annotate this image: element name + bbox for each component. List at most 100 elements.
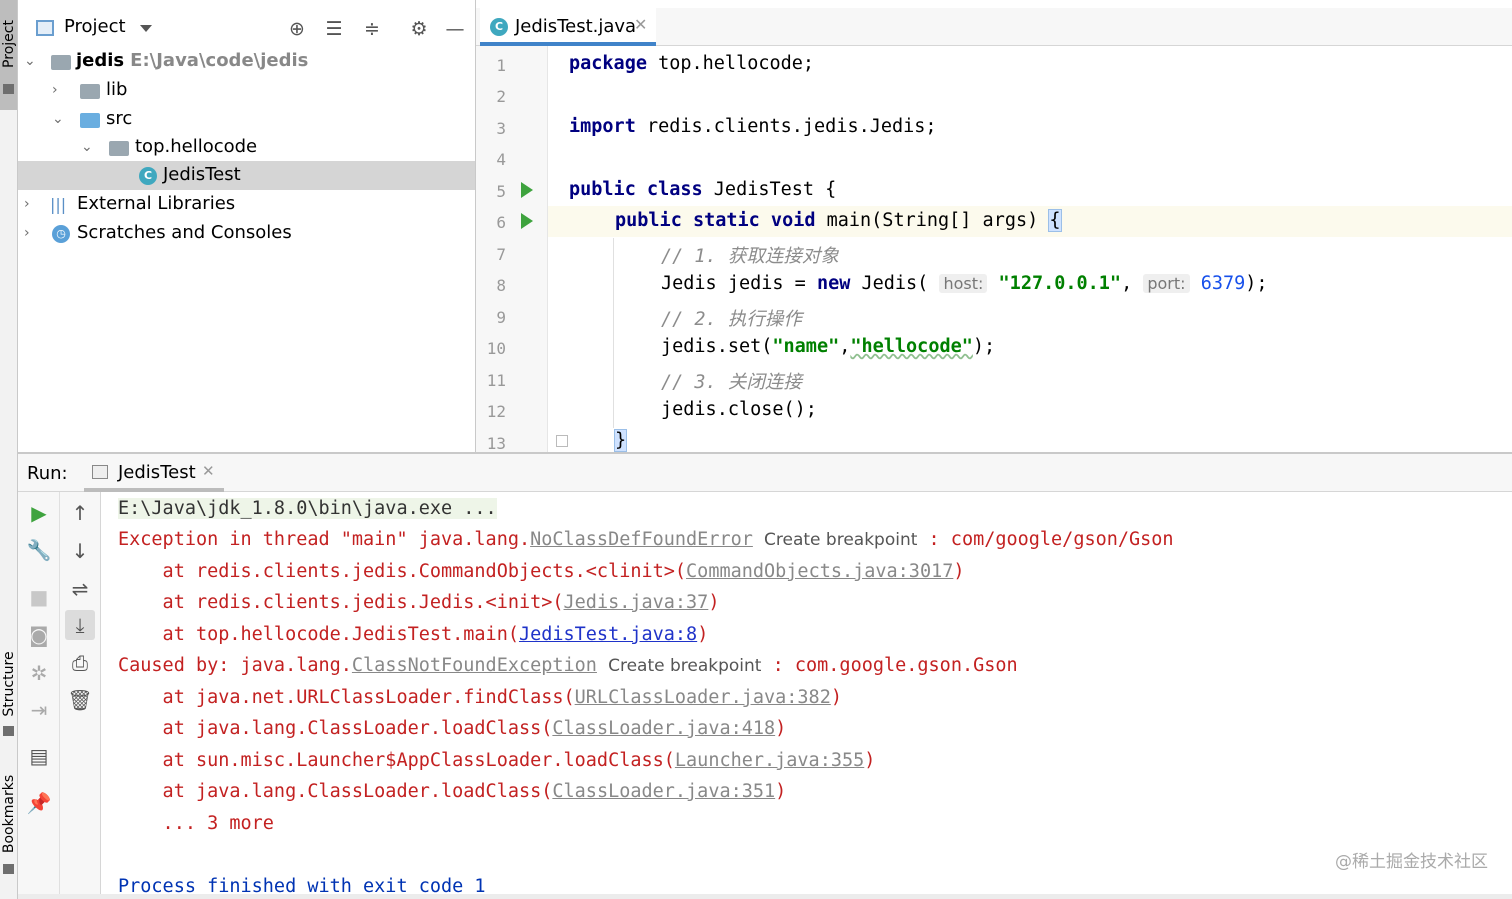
line-number: 3	[496, 119, 506, 138]
structure-icon	[3, 726, 14, 736]
source-link[interactable]: Launcher.java:355	[675, 750, 864, 771]
wrench-icon[interactable]: 🔧	[24, 535, 54, 565]
tree-item-package[interactable]: ⌄ top.hellocode	[18, 133, 475, 162]
project-view-icon	[36, 20, 54, 36]
tree-item-scratches[interactable]: › ◷ Scratches and Consoles	[18, 219, 475, 248]
run-tab-jedistest[interactable]: JedisTest ✕	[84, 454, 224, 492]
debug-icon[interactable]: ✲	[24, 658, 54, 688]
code-line-12[interactable]: jedis.close();	[661, 399, 817, 420]
code-line-7[interactable]: // 1. 获取连接对象	[661, 242, 839, 268]
stop-icon[interactable]: ■	[24, 582, 54, 612]
soft-wrap-icon[interactable]: ⇌	[65, 574, 95, 604]
expand-all-icon[interactable]: ☰	[321, 16, 347, 42]
layout-icon[interactable]: ▤	[24, 741, 54, 771]
left-tool-strip: Project Structure Bookmarks	[0, 0, 18, 899]
tab-label: JedisTest.java	[515, 16, 637, 37]
code-line-10[interactable]: jedis.set("name","hellocode");	[661, 336, 995, 357]
close-icon[interactable]: ✕	[202, 462, 215, 480]
structure-tool-label[interactable]: Structure	[1, 651, 17, 716]
scroll-end-icon[interactable]: ⤓	[65, 610, 95, 640]
source-link[interactable]: JedisTest.java:8	[519, 624, 697, 645]
line-gutter: 1 2 3 4 5 6 7 8 9 10 11 12 13	[476, 46, 568, 453]
source-link[interactable]: CommandObjects.java:3017	[686, 561, 953, 582]
create-breakpoint-link[interactable]: Create breakpoint	[764, 530, 917, 550]
source-link[interactable]: Jedis.java:37	[564, 592, 709, 613]
tree-item-jedis[interactable]: ⌄ jedis E:\Java\code\jedis	[18, 47, 475, 76]
trash-icon[interactable]: 🗑	[65, 685, 95, 715]
project-panel-header: Project ⊕ ☰ ≑ ⚙ —	[18, 8, 475, 48]
number-literal: 6379	[1200, 273, 1246, 294]
locate-icon[interactable]: ⊕	[284, 16, 310, 42]
chevron-right-icon[interactable]: ›	[24, 196, 30, 212]
console-text: )	[775, 781, 787, 802]
project-panel: Project ⊕ ☰ ≑ ⚙ — ⌄ jedis E:\Java\code\je…	[18, 0, 475, 452]
line-number: 8	[496, 276, 506, 295]
chevron-down-icon[interactable]	[140, 25, 152, 32]
login-icon[interactable]: ⇥	[24, 695, 54, 725]
up-arrow-icon[interactable]: ↑	[65, 498, 95, 528]
project-tool-label[interactable]: Project	[1, 20, 17, 68]
module-path: E:\Java\code\jedis	[130, 50, 309, 71]
string-literal: "127.0.0.1"	[998, 273, 1122, 294]
source-link[interactable]: ClassLoader.java:351	[552, 781, 775, 802]
code-line-11[interactable]: // 3. 关闭连接	[661, 368, 802, 394]
console-output[interactable]: E:\Java\jdk_1.8.0\bin\java.exe ... Excep…	[101, 492, 1512, 897]
code-line-3[interactable]: import redis.clients.jedis.Jedis;	[569, 116, 937, 137]
camera-icon[interactable]: ◙	[24, 620, 54, 650]
bookmarks-tool-label[interactable]: Bookmarks	[1, 775, 17, 853]
line-number: 1	[496, 56, 506, 75]
status-bar-edge	[18, 894, 1512, 899]
tree-item-lib[interactable]: › lib	[18, 76, 475, 105]
close-icon[interactable]: ✕	[634, 15, 647, 34]
gear-icon[interactable]: ⚙	[406, 16, 432, 42]
tree-item-jedistest[interactable]: C JedisTest	[18, 161, 475, 190]
chevron-right-icon[interactable]: ›	[24, 225, 30, 241]
exception-link[interactable]: NoClassDefFoundError	[530, 529, 753, 550]
console-text: at redis.clients.jedis.CommandObjects.<c…	[118, 561, 687, 582]
stack-trace-more: ... 3 more	[118, 813, 274, 834]
run-icon[interactable]: ▶	[24, 498, 54, 528]
param-hint-port: port:	[1143, 274, 1190, 293]
console-text: at java.lang.ClassLoader.loadClass(	[118, 781, 553, 802]
source-link[interactable]: ClassLoader.java:418	[552, 718, 775, 739]
code-line-8[interactable]: Jedis jedis = new Jedis( host: "127.0.0.…	[661, 273, 1268, 294]
print-icon[interactable]: ⎙	[65, 648, 95, 678]
source-link[interactable]: URLClassLoader.java:382	[575, 687, 831, 708]
tree-item-label: JedisTest	[163, 164, 241, 185]
tab-jedistest-java[interactable]: C JedisTest.java ✕	[480, 8, 656, 46]
pin-icon[interactable]: 📌	[24, 788, 54, 818]
tree-item-src[interactable]: ⌄ src	[18, 105, 475, 134]
chevron-right-icon[interactable]: ›	[52, 82, 58, 98]
chevron-down-icon[interactable]: ⌄	[24, 53, 36, 69]
create-breakpoint-link[interactable]: Create breakpoint	[608, 656, 761, 676]
stack-trace-line: at sun.misc.Launcher$AppClassLoader.load…	[118, 750, 876, 771]
console-command-line: E:\Java\jdk_1.8.0\bin\java.exe ...	[118, 498, 497, 519]
console-text: )	[864, 750, 876, 771]
chevron-down-icon[interactable]: ⌄	[52, 111, 64, 127]
fold-icon[interactable]	[556, 435, 568, 447]
code-line-5[interactable]: public class JedisTest {	[569, 179, 836, 200]
console-icon	[92, 465, 108, 479]
bookmark-icon	[3, 864, 14, 874]
exception-link[interactable]: ClassNotFoundException	[352, 655, 597, 676]
tree-item-external-libraries[interactable]: › ||| External Libraries	[18, 190, 475, 219]
code-line-13[interactable]: }	[613, 429, 628, 452]
console-text: )	[953, 561, 965, 582]
run-class-icon[interactable]	[521, 182, 533, 198]
collapse-all-icon[interactable]: ≑	[359, 16, 385, 42]
code-text: top.hellocode;	[646, 53, 815, 74]
chevron-down-icon[interactable]: ⌄	[81, 139, 93, 155]
minimize-icon[interactable]: —	[442, 16, 468, 42]
watermark: @稀土掘金技术社区	[1335, 852, 1488, 872]
stack-trace-line: at redis.clients.jedis.CommandObjects.<c…	[118, 561, 965, 582]
code-line-9[interactable]: // 2. 执行操作	[661, 305, 802, 331]
project-view-title[interactable]: Project	[64, 16, 126, 37]
code-line-1[interactable]: package top.hellocode;	[569, 53, 814, 74]
console-text: )	[830, 687, 842, 708]
stack-trace-line: at java.lang.ClassLoader.loadClass(Class…	[118, 718, 787, 739]
code-line-6[interactable]: public static void main(String[] args) {	[615, 209, 1062, 232]
down-arrow-icon[interactable]: ↓	[65, 536, 95, 566]
keyword: new	[816, 273, 851, 294]
run-main-icon[interactable]	[521, 213, 533, 229]
keyword: public static void	[615, 210, 816, 231]
